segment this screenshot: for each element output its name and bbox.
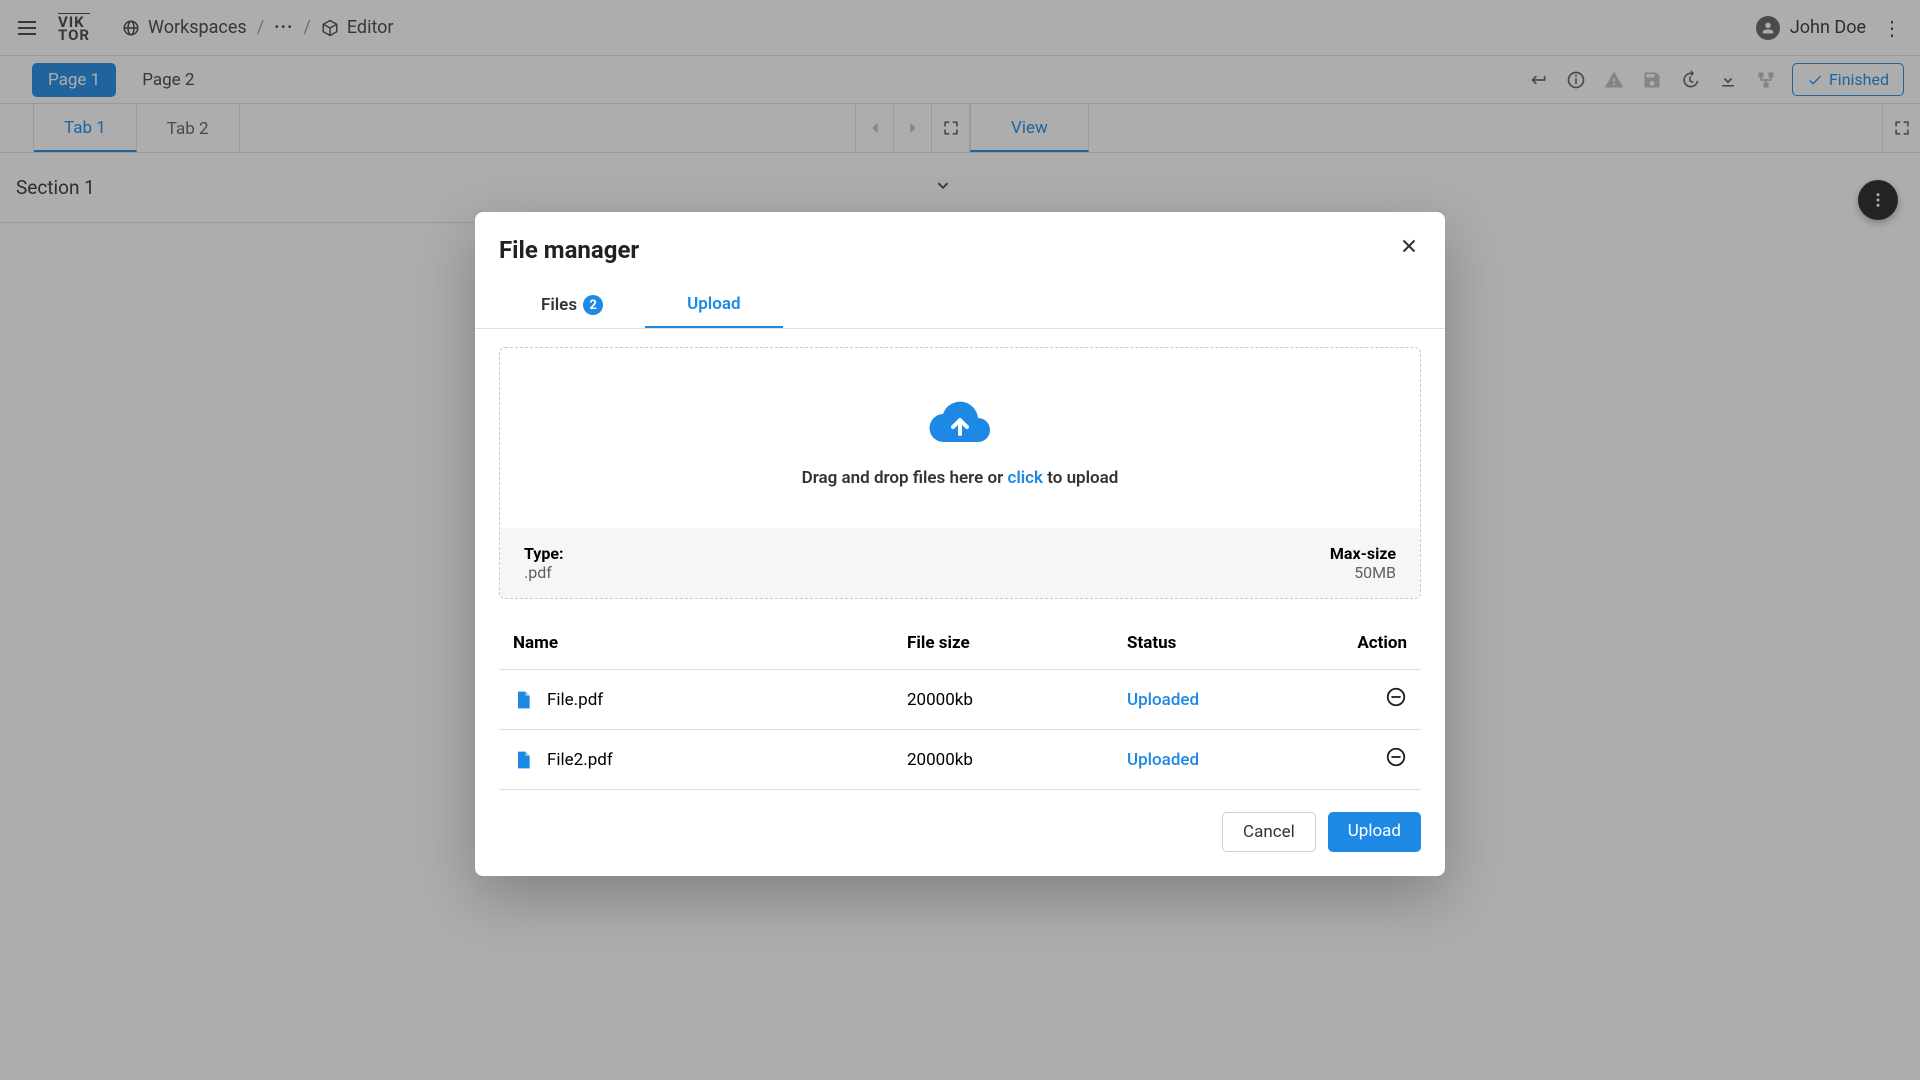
- maxsize-value: 50MB: [1330, 563, 1396, 582]
- cloud-upload-icon: [928, 398, 992, 450]
- remove-icon: [1385, 686, 1407, 708]
- dialog-tabs: Files 2 Upload: [475, 282, 1445, 329]
- file-status: Uploaded: [1127, 750, 1327, 770]
- file-icon: [513, 750, 533, 770]
- type-label: Type:: [524, 544, 564, 563]
- table-row: File2.pdf 20000kb Uploaded: [499, 730, 1421, 790]
- dropzone-metadata: Type: .pdf Max-size 50MB: [500, 528, 1420, 598]
- table-row: File.pdf 20000kb Uploaded: [499, 670, 1421, 730]
- remove-icon: [1385, 746, 1407, 768]
- dropzone-text: Drag and drop files here or click to upl…: [500, 468, 1420, 488]
- close-icon: [1398, 235, 1420, 257]
- col-action: Action: [1327, 633, 1407, 653]
- file-name: File2.pdf: [547, 750, 613, 770]
- col-status: Status: [1127, 633, 1327, 653]
- remove-button[interactable]: [1385, 746, 1407, 768]
- file-size: 20000kb: [907, 690, 1127, 710]
- file-table: Name File size Status Action File.pdf 20…: [499, 617, 1421, 790]
- file-icon: [513, 690, 533, 710]
- modal-overlay[interactable]: File manager Files 2 Upload Drag and dro…: [0, 0, 1920, 1080]
- dropzone[interactable]: Drag and drop files here or click to upl…: [499, 347, 1421, 599]
- type-value: .pdf: [524, 563, 564, 582]
- file-manager-dialog: File manager Files 2 Upload Drag and dro…: [475, 212, 1445, 876]
- maxsize-label: Max-size: [1330, 544, 1396, 563]
- dialog-title: File manager: [499, 236, 1421, 264]
- remove-button[interactable]: [1385, 686, 1407, 708]
- dialog-tab-files[interactable]: Files 2: [499, 282, 645, 328]
- col-name: Name: [513, 633, 907, 653]
- dialog-footer: Cancel Upload: [499, 812, 1421, 852]
- file-size: 20000kb: [907, 750, 1127, 770]
- col-size: File size: [907, 633, 1127, 653]
- files-count-badge: 2: [583, 295, 603, 315]
- upload-button[interactable]: Upload: [1328, 812, 1421, 852]
- close-button[interactable]: [1395, 232, 1423, 260]
- cancel-button[interactable]: Cancel: [1222, 812, 1316, 852]
- dialog-tab-upload[interactable]: Upload: [645, 282, 782, 328]
- file-status: Uploaded: [1127, 690, 1327, 710]
- file-name: File.pdf: [547, 690, 603, 710]
- dropzone-click-link[interactable]: click: [1007, 468, 1043, 488]
